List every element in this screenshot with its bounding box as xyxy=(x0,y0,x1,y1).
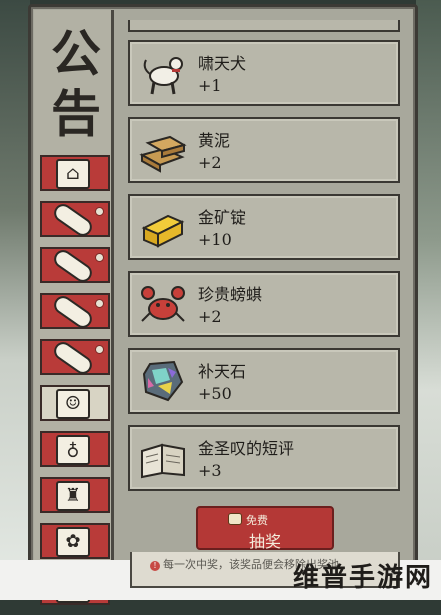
tab-list: ⌂ ☺ ♁ ♜ ✿ ☗ xyxy=(40,155,110,615)
gem-stone-icon xyxy=(142,360,184,402)
bottle-icon: ♁ xyxy=(56,435,90,465)
tab-2[interactable] xyxy=(40,200,110,240)
tab-1[interactable]: ⌂ xyxy=(40,155,110,191)
reward-card[interactable]: 金圣叹的短评 +3 xyxy=(128,425,400,491)
tab-4[interactable] xyxy=(40,292,110,332)
dog-icon xyxy=(143,57,183,95)
pouch-icon: ✿ xyxy=(56,527,90,557)
reward-quantity: +10 xyxy=(198,230,232,249)
scroll-icon xyxy=(50,338,96,378)
gold-ingot-icon xyxy=(141,214,185,248)
draw-label: 抽奖 xyxy=(248,532,281,551)
tab-6[interactable]: ☺ xyxy=(40,385,110,421)
reward-name: 金圣叹的短评 xyxy=(198,439,295,458)
scroll-icon xyxy=(50,292,96,332)
background-left xyxy=(0,0,30,600)
character-icon: ☺ xyxy=(56,389,90,419)
reward-quantity: +50 xyxy=(198,384,232,403)
watermark: 维普手游网 xyxy=(292,563,433,593)
crab-icon xyxy=(141,286,185,322)
list-top-edge xyxy=(128,20,400,32)
reward-quantity: +1 xyxy=(198,76,222,95)
reward-name: 珍贵螃蜞 xyxy=(198,285,263,304)
panel-title: 公告 xyxy=(51,24,101,143)
tab-3[interactable] xyxy=(40,246,110,286)
mud-bricks-icon xyxy=(139,135,187,173)
reward-name: 补天石 xyxy=(198,362,247,381)
scroll-icon xyxy=(50,246,96,286)
reward-card[interactable]: 补天石 +50 xyxy=(128,348,400,414)
tab-7[interactable]: ♁ xyxy=(40,431,110,467)
background-right xyxy=(416,0,441,600)
reward-card[interactable]: 黄泥 +2 xyxy=(128,117,400,183)
reward-name: 黄泥 xyxy=(198,131,231,150)
scroll-icon xyxy=(50,200,96,240)
jar-icon: ♜ xyxy=(56,481,90,511)
reward-quantity: +2 xyxy=(198,153,222,172)
reward-name: 金矿锭 xyxy=(198,208,247,227)
info-icon: ! xyxy=(150,561,160,571)
book-icon xyxy=(141,443,185,479)
reward-quantity: +2 xyxy=(198,307,222,326)
reward-quantity: +3 xyxy=(198,461,222,480)
draw-button[interactable]: 免费 抽奖 xyxy=(196,506,334,551)
ticket-icon xyxy=(228,513,242,525)
tab-9[interactable]: ✿ xyxy=(40,523,110,559)
reward-list: 啸天犬 +1 黄泥 +2 金矿锭 +10 珍贵螃蜞 +2 补天石 +50 金圣叹… xyxy=(128,40,400,502)
reward-name: 啸天犬 xyxy=(198,54,247,73)
reward-card[interactable]: 金矿锭 +10 xyxy=(128,194,400,260)
reward-card[interactable]: 珍贵螃蜞 +2 xyxy=(128,271,400,337)
house-icon: ⌂ xyxy=(56,159,90,189)
reward-card[interactable]: 啸天犬 +1 xyxy=(128,40,400,106)
tab-8[interactable]: ♜ xyxy=(40,477,110,513)
tab-5[interactable] xyxy=(40,338,110,378)
free-label: 免费 xyxy=(246,514,268,527)
